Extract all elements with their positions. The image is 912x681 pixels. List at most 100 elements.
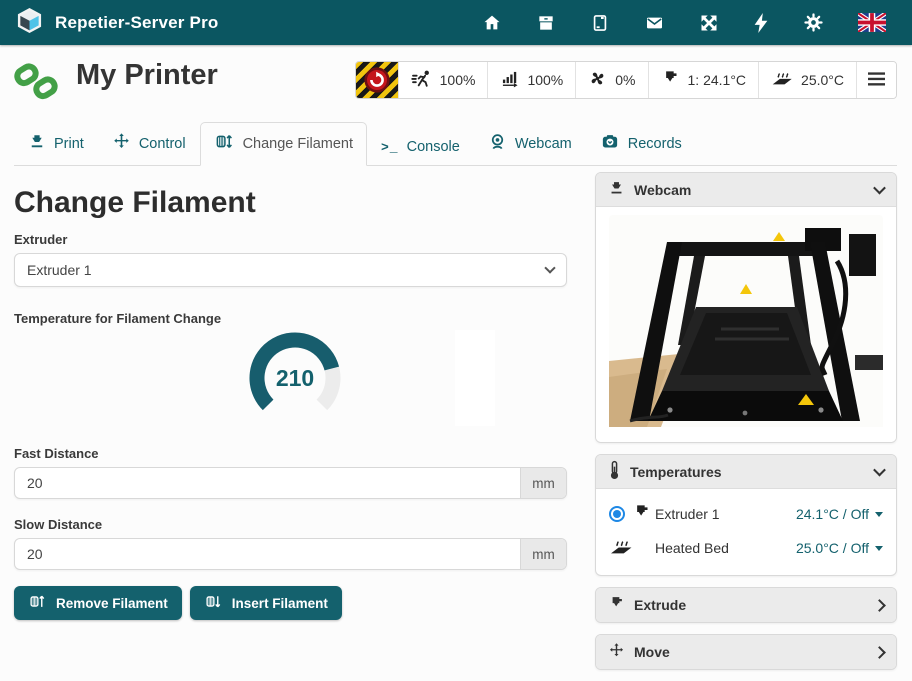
home-icon[interactable] bbox=[482, 13, 502, 33]
extrude-panel-title: Extrude bbox=[634, 597, 686, 613]
flow-icon bbox=[500, 69, 519, 91]
temperature-knob[interactable]: 210 bbox=[240, 326, 352, 437]
right-sidebar: Webcam bbox=[595, 172, 897, 681]
fast-distance-label: Fast Distance bbox=[14, 446, 567, 461]
extruder-nozzle-icon bbox=[632, 503, 651, 525]
remove-filament-label: Remove Filament bbox=[56, 596, 168, 611]
language-flag-uk-icon[interactable] bbox=[858, 13, 886, 32]
webcam-panel-header[interactable]: Webcam bbox=[596, 173, 896, 207]
chevron-down-icon bbox=[873, 182, 886, 195]
tab-records-label: Records bbox=[628, 136, 682, 152]
move-panel-title: Move bbox=[634, 644, 670, 660]
temperature-value: 210 bbox=[276, 365, 314, 391]
filament-change-icon bbox=[214, 132, 235, 155]
extruder-temp-value: 1: 24.1°C bbox=[688, 72, 747, 88]
webcam-stream bbox=[596, 207, 896, 442]
change-filament-panel: Change Filament Extruder Extruder 1 Temp… bbox=[14, 156, 567, 620]
temperature-label: Temperature for Filament Change bbox=[14, 311, 567, 326]
records-camera-icon bbox=[600, 132, 620, 155]
insert-filament-label: Insert Filament bbox=[232, 596, 328, 611]
webcam-panel-title: Webcam bbox=[634, 182, 691, 198]
extrude-panel-header[interactable]: Extrude bbox=[596, 588, 896, 622]
filament-up-icon bbox=[28, 593, 47, 613]
settings-gear-icon[interactable] bbox=[803, 12, 824, 33]
webcam-icon bbox=[488, 132, 507, 155]
printer-menu-button[interactable] bbox=[856, 62, 896, 98]
navbar-icon-menu bbox=[482, 12, 886, 33]
thermometer-icon bbox=[608, 460, 621, 483]
chevron-right-icon bbox=[873, 646, 886, 659]
webcam-panel: Webcam bbox=[595, 172, 897, 443]
filament-down-icon bbox=[204, 593, 223, 613]
extrude-panel: Extrude bbox=[595, 587, 897, 623]
insert-filament-button[interactable]: Insert Filament bbox=[190, 586, 342, 620]
printer-statusbar: 100% 100% bbox=[355, 61, 897, 99]
tab-print-label: Print bbox=[54, 136, 84, 152]
extruder-temp-dropdown[interactable]: 24.1°C / Off bbox=[796, 506, 883, 522]
temperature-row-bed: Heated Bed 25.0°C / Off bbox=[609, 531, 883, 565]
extruder-nozzle-icon bbox=[661, 69, 680, 91]
temperature-gauge-row: 210 bbox=[14, 332, 567, 434]
repetier-logo-icon bbox=[16, 7, 43, 39]
bed-temp-text: 25.0°C / Off bbox=[796, 540, 869, 556]
remove-filament-button[interactable]: Remove Filament bbox=[14, 586, 182, 620]
manual-book-icon[interactable] bbox=[590, 13, 610, 33]
chevron-right-icon bbox=[873, 599, 886, 612]
power-bolt-icon[interactable] bbox=[753, 13, 769, 33]
move-panel: Move bbox=[595, 634, 897, 670]
tab-webcam-label: Webcam bbox=[515, 136, 572, 152]
fan-badge[interactable]: 0% bbox=[575, 62, 647, 98]
bed-temp-value: 25.0°C bbox=[801, 72, 844, 88]
speed-badge[interactable]: 100% bbox=[398, 62, 488, 98]
fullscreen-icon[interactable] bbox=[699, 13, 719, 33]
slow-distance-label: Slow Distance bbox=[14, 517, 567, 532]
move-arrows-icon bbox=[608, 642, 625, 662]
hamburger-menu-icon bbox=[868, 72, 885, 89]
fast-distance-input[interactable] bbox=[15, 468, 520, 498]
flow-badge[interactable]: 100% bbox=[487, 62, 575, 98]
fast-distance-group: mm bbox=[14, 467, 567, 499]
connection-status-icon[interactable] bbox=[13, 59, 59, 108]
fan-icon bbox=[588, 69, 607, 91]
printer-name: My Printer bbox=[76, 59, 218, 92]
mail-icon[interactable] bbox=[644, 13, 665, 33]
extruder-select[interactable]: Extruder 1 bbox=[14, 253, 567, 287]
webcam-printer-photo bbox=[609, 215, 883, 427]
app-window: Repetier-Server Pro bbox=[0, 0, 912, 661]
fast-distance-unit: mm bbox=[520, 468, 566, 498]
console-icon: >_ bbox=[381, 140, 399, 155]
chevron-down-icon bbox=[873, 464, 886, 477]
extruder-temp-text: 24.1°C / Off bbox=[796, 506, 869, 522]
top-navbar: Repetier-Server Pro bbox=[0, 0, 912, 45]
tab-change-filament-label: Change Filament bbox=[243, 136, 353, 152]
bed-temp-badge[interactable]: 25.0°C bbox=[758, 62, 856, 98]
heated-bed-icon bbox=[771, 69, 793, 91]
temperature-row-extruder: Extruder 1 24.1°C / Off bbox=[609, 497, 883, 531]
temperature-row-name: Heated Bed bbox=[655, 540, 729, 556]
printer-nozzle-icon bbox=[608, 180, 625, 200]
bed-temp-dropdown[interactable]: 25.0°C / Off bbox=[796, 540, 883, 556]
speed-icon bbox=[411, 69, 432, 91]
caret-down-icon bbox=[875, 512, 883, 517]
move-arrows-icon bbox=[112, 132, 131, 155]
tab-control-label: Control bbox=[139, 136, 186, 152]
knob-slider-track[interactable] bbox=[455, 330, 495, 426]
move-panel-header[interactable]: Move bbox=[596, 635, 896, 669]
flow-value: 100% bbox=[527, 72, 563, 88]
fan-value: 0% bbox=[615, 72, 635, 88]
temperatures-panel: Temperatures Extruder 1 24.1°C / Off bbox=[595, 454, 897, 576]
extruder-radio-selected[interactable] bbox=[609, 506, 625, 522]
print-icon bbox=[28, 133, 46, 155]
page-title: Change Filament bbox=[14, 186, 567, 220]
extruder-temp-badge[interactable]: 1: 24.1°C bbox=[648, 62, 759, 98]
brand-title: Repetier-Server Pro bbox=[55, 13, 218, 33]
archive-box-icon[interactable] bbox=[536, 13, 556, 33]
heated-bed-icon bbox=[609, 537, 633, 560]
emergency-stop-button[interactable] bbox=[356, 62, 398, 98]
tab-records[interactable]: Records bbox=[586, 122, 696, 166]
brand-home-link[interactable]: Repetier-Server Pro bbox=[16, 7, 218, 39]
temperatures-panel-header[interactable]: Temperatures bbox=[596, 455, 896, 489]
slow-distance-input[interactable] bbox=[15, 539, 520, 569]
printer-header: My Printer bbox=[0, 45, 912, 118]
extruder-select-label: Extruder bbox=[14, 232, 567, 247]
